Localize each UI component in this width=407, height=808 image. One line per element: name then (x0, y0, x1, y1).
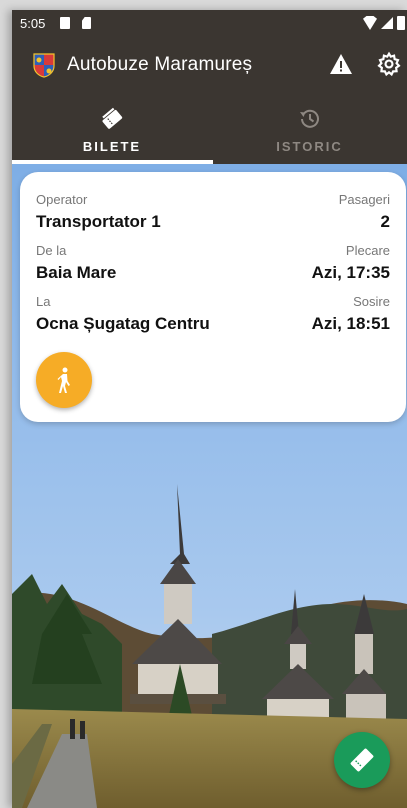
passengers-label: Pasageri (338, 192, 390, 207)
walking-directions-button[interactable] (36, 352, 92, 408)
status-bar: 5:05 (12, 10, 407, 36)
app-bar: Autobuze Maramureș BILETE ISTORIC (12, 36, 407, 164)
passengers-value: 2 (380, 212, 390, 231)
walking-person-icon (57, 367, 70, 393)
tab-bar: BILETE ISTORIC (12, 96, 407, 164)
to-value: Ocna Șugatag Centru (36, 314, 210, 333)
ticket-icon (350, 748, 374, 772)
tab-bilete-label: BILETE (82, 139, 142, 154)
operator-value: Transportator 1 (36, 212, 161, 231)
tickets-icon (102, 107, 123, 129)
trip-card[interactable]: Operator Pasageri Transportator 1 2 De l… (20, 172, 406, 422)
arrival-value: Azi, 18:51 (311, 314, 390, 333)
notification-icon (60, 17, 70, 29)
app-title: Autobuze Maramureș (67, 54, 253, 75)
buy-ticket-button[interactable] (334, 732, 390, 788)
county-crest-icon (33, 53, 55, 78)
from-value: Baia Mare (36, 263, 117, 282)
status-time: 5:05 (20, 16, 46, 31)
departure-label: Plecare (345, 243, 390, 258)
to-label: La (36, 294, 51, 309)
warning-icon[interactable] (329, 52, 353, 76)
tab-bilete[interactable]: BILETE (12, 96, 212, 164)
arrival-label: Sosire (353, 294, 390, 309)
tab-istoric-label: ISTORIC (276, 139, 343, 154)
signal-icon (381, 17, 393, 29)
tab-istoric[interactable]: ISTORIC (212, 96, 407, 164)
operator-label: Operator (36, 192, 88, 207)
gear-icon[interactable] (376, 51, 402, 77)
from-label: De la (36, 243, 67, 258)
battery-icon (397, 16, 405, 30)
history-icon (299, 109, 319, 128)
wifi-icon (363, 16, 377, 30)
departure-value: Azi, 17:35 (311, 263, 390, 282)
phone-screen: 5:05 Autobuze Maramureș BILETE ISTORIC O… (12, 10, 407, 808)
sd-card-icon (82, 17, 91, 29)
